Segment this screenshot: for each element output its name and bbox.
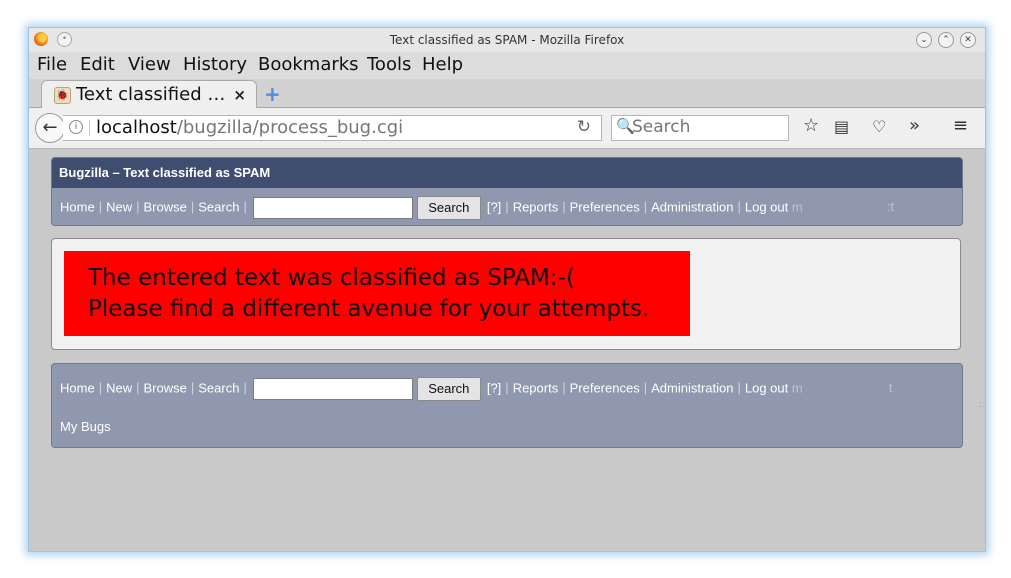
url-separator [89,120,90,136]
link-preferences[interactable]: Preferences [570,199,640,214]
link-new[interactable]: New [106,380,132,395]
bugzilla-footer: Home | New | Browse | Search | Search [?] | Reports… [51,363,963,448]
link-logout[interactable]: Log out [745,199,788,214]
link-preferences[interactable]: Preferences [570,380,640,395]
menu-edit[interactable]: Edit [80,54,115,75]
page-title: Bugzilla – Text classified as SPAM [52,158,962,188]
link-administration[interactable]: Administration [651,380,733,395]
link-help[interactable]: [?] [487,199,501,214]
link-new[interactable]: New [106,199,132,214]
reload-icon[interactable]: ↻ [577,117,591,137]
menu-history[interactable]: History [183,54,247,75]
title-bar: • Text classified as SPAM - Mozilla Fire… [29,28,985,52]
close-window-icon[interactable]: ✕ [960,32,976,48]
menu-bar: File Edit View History Bookmarks Tools H… [29,52,985,79]
quicksearch-button[interactable]: Search [416,196,481,220]
menu-file[interactable]: File [37,54,67,75]
browser-window: • Text classified as SPAM - Mozilla Fire… [28,27,986,552]
menu-view[interactable]: View [128,54,171,75]
link-administration[interactable]: Administration [651,199,733,214]
link-home[interactable]: Home [60,199,95,214]
resize-grip-icon[interactable]: ∷ [979,400,985,411]
tab-strip: 🐞 Text classified … × + [29,79,985,109]
pocket-icon[interactable]: ♡ [872,117,886,136]
top-trail-text: :t [886,199,894,215]
link-browse[interactable]: Browse [143,380,186,395]
menu-tools[interactable]: Tools [367,54,411,75]
link-browse[interactable]: Browse [143,199,186,214]
tab-label: Text classified … [76,84,226,105]
url-text[interactable]: localhost/bugzilla/process_bug.cgi [96,117,403,138]
link-my-bugs[interactable]: My Bugs [60,419,111,434]
link-search[interactable]: Search [198,380,239,395]
bottom-trail-text: t [888,380,893,396]
spam-message-line1: The entered text was classified as SPAM:… [88,265,575,291]
new-tab-icon[interactable]: + [264,82,281,106]
tab-text-classified[interactable]: 🐞 Text classified … × [41,80,257,109]
quicksearch-input[interactable] [252,197,413,219]
url-bar[interactable]: i localhost/bugzilla/process_bug.cgi ↻ [63,115,602,141]
browser-search-box[interactable]: 🔍 [611,115,789,141]
logout-user-trail: m [791,380,803,396]
quicksearch-button[interactable]: Search [416,377,481,401]
bookmark-star-icon[interactable]: ☆ [803,115,819,136]
quicksearch-input[interactable] [252,378,413,400]
bugzilla-header: Bugzilla – Text classified as SPAM Home |… [51,157,963,226]
spam-message: The entered text was classified as SPAM:… [64,251,690,336]
link-logout[interactable]: Log out [745,380,788,395]
link-search[interactable]: Search [198,199,239,214]
error-message-box: The entered text was classified as SPAM:… [51,238,961,350]
url-path: /bugzilla/process_bug.cgi [176,117,404,138]
url-host: localhost [96,117,177,138]
navigation-bar: ← i localhost/bugzilla/process_bug.cgi ↻… [29,108,985,149]
bottom-link-bar: Home | New | Browse | Search | Search [?] | Reports… [60,377,892,401]
spam-message-line2: Please find a different avenue for your … [88,296,650,322]
hamburger-menu-icon[interactable]: ≡ [953,115,968,136]
overflow-chevron-icon[interactable]: » [909,115,920,136]
link-help[interactable]: [?] [487,380,501,395]
browser-search-input[interactable] [632,116,782,138]
menu-help[interactable]: Help [422,54,463,75]
maximize-icon[interactable]: ⌃ [938,32,954,48]
page-content: Bugzilla – Text classified as SPAM Home |… [29,149,985,551]
back-arrow-icon[interactable]: ← [35,113,65,143]
bugzilla-favicon-icon: 🐞 [54,87,71,104]
info-icon[interactable]: i [69,120,83,134]
link-home[interactable]: Home [60,380,95,395]
minimize-icon[interactable]: ⌄ [916,32,932,48]
link-reports[interactable]: Reports [513,199,559,214]
menu-bookmarks[interactable]: Bookmarks [258,54,359,75]
window-title: Text classified as SPAM - Mozilla Firefo… [389,33,625,47]
tab-close-icon[interactable]: × [233,86,246,104]
reading-list-icon[interactable]: ▤ [834,117,849,136]
logout-user-trail: m [791,199,803,215]
link-reports[interactable]: Reports [513,380,559,395]
top-link-bar: Home | New | Browse | Search | Search [?] | Reports… [60,196,894,220]
